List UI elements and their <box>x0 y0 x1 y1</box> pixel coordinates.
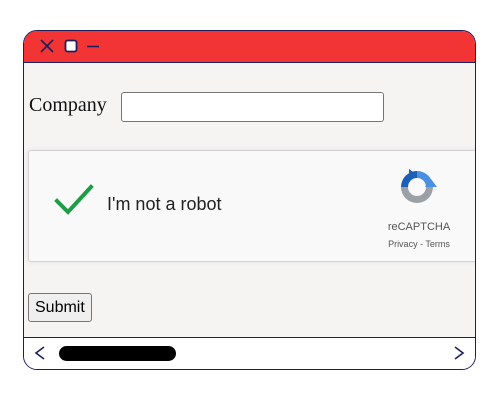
scroll-right-icon[interactable] <box>452 344 466 362</box>
not-robot-label: I'm not a robot <box>107 194 222 214</box>
maximize-icon[interactable] <box>62 37 80 55</box>
company-input[interactable] <box>121 92 384 122</box>
recaptcha-brand: reCAPTCHA <box>387 221 451 233</box>
terms-link[interactable]: Terms <box>425 239 450 249</box>
close-icon[interactable] <box>38 37 56 55</box>
submit-button[interactable]: Submit <box>28 293 92 322</box>
scrollbar-thumb[interactable] <box>59 346 176 361</box>
privacy-link[interactable]: Privacy <box>388 239 418 249</box>
checkmark-icon[interactable] <box>54 184 94 216</box>
title-bar <box>24 31 475 63</box>
recaptcha-widget: I'm not a robot reCAPTCHA Privacy - Term… <box>28 150 475 262</box>
browser-window: Company I'm not a robot reCAPTCHA Privac… <box>23 30 476 370</box>
recaptcha-logo-icon <box>401 169 437 203</box>
scroll-left-icon[interactable] <box>33 344 47 362</box>
horizontal-scrollbar[interactable] <box>24 337 475 369</box>
recaptcha-links: Privacy - Terms <box>369 239 469 249</box>
minimize-icon[interactable] <box>84 37 102 55</box>
company-label: Company <box>29 94 107 116</box>
